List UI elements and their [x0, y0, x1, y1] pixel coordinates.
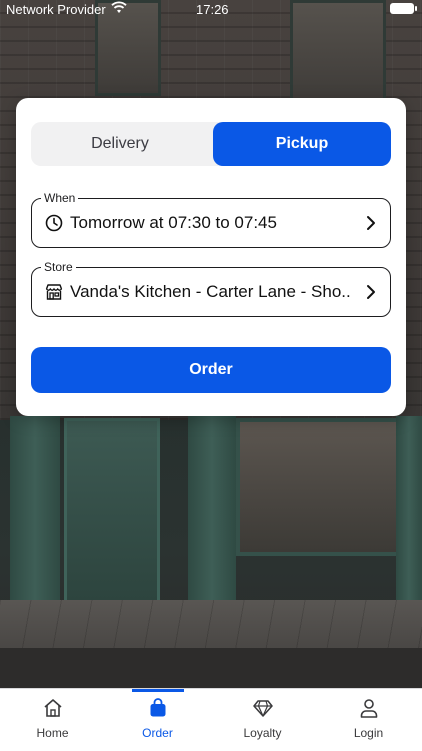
battery-icon	[390, 3, 417, 14]
pillar	[10, 416, 60, 606]
when-label: When	[41, 191, 79, 205]
wifi-icon	[111, 1, 127, 17]
tab-label: Loyalty	[243, 726, 282, 740]
tab-login[interactable]: Login	[316, 689, 421, 751]
when-field[interactable]: When Tomorrow at 07:30 to 07:45	[31, 191, 391, 248]
diamond-icon	[253, 700, 273, 717]
tab-label: Login	[353, 726, 384, 740]
store-label: Store	[41, 260, 76, 274]
order-options-card: Delivery Pickup When Tomorrow at 07:30 t…	[16, 98, 406, 416]
store-value: Vanda's Kitchen - Carter Lane - Sho...	[70, 283, 350, 301]
home-icon	[44, 699, 62, 717]
tab-home[interactable]: Home	[0, 689, 105, 751]
status-bar: Network Provider 17:26	[0, 0, 422, 20]
tab-label: Order	[142, 726, 173, 740]
pickup-option-button[interactable]: Pickup	[213, 122, 391, 166]
person-icon	[360, 699, 378, 718]
clock-time: 17:26	[196, 2, 229, 17]
clock-icon	[45, 214, 63, 232]
shopping-bag-icon	[150, 698, 166, 717]
tab-loyalty[interactable]: Loyalty	[210, 689, 315, 751]
pillar	[188, 416, 236, 616]
carrier-name: Network Provider	[6, 2, 106, 17]
order-button[interactable]: Order	[31, 347, 391, 393]
chevron-right-icon	[367, 216, 375, 230]
delivery-option-button[interactable]: Delivery	[31, 122, 209, 166]
chevron-right-icon	[367, 285, 375, 299]
tab-order[interactable]: Order	[105, 689, 210, 751]
tab-label: Home	[36, 726, 69, 740]
when-value: Tomorrow at 07:30 to 07:45	[70, 214, 277, 232]
kerb	[0, 648, 422, 688]
bottom-tab-bar: Home Order Loyalty Login	[0, 688, 422, 751]
storefront-icon	[45, 284, 63, 300]
shop-door	[64, 418, 160, 614]
shop-window	[236, 418, 414, 556]
pillar	[396, 416, 422, 616]
store-field[interactable]: Store Vanda's Kitchen - Carter Lane - Sh…	[31, 260, 391, 317]
delivery-pickup-toggle: Delivery Pickup	[31, 122, 391, 166]
